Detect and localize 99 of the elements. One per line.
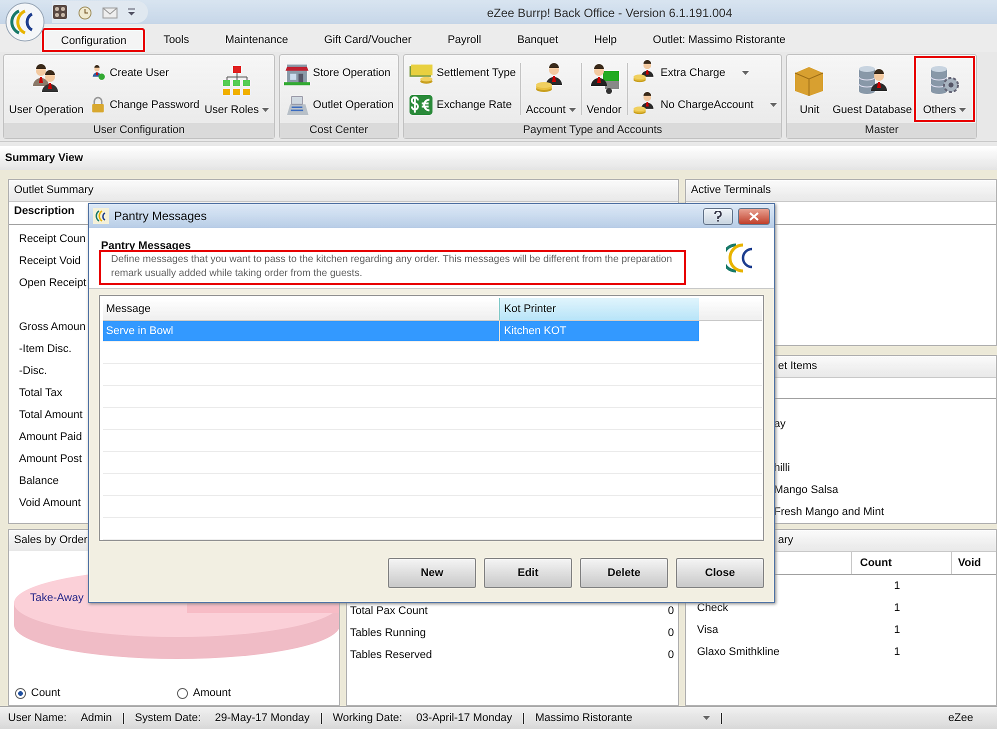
row-label: Total Amount — [19, 409, 83, 421]
panel-title: ary — [778, 534, 794, 546]
radio-button[interactable] — [177, 688, 188, 698]
dialog-button[interactable]: Edit — [484, 558, 572, 588]
menu-tab[interactable]: Outlet: Massimo Ristorante — [634, 28, 804, 52]
grid-icon[interactable] — [52, 4, 68, 20]
column-header: Message — [106, 303, 151, 315]
status-label: Working Date: — [332, 712, 402, 724]
outlet-dropdown[interactable]: Massimo Ristorante — [535, 712, 710, 724]
group-label: Payment Type and Accounts — [404, 123, 782, 138]
column-header: Kot Printer — [504, 303, 556, 315]
menu-tab[interactable]: Configuration — [42, 28, 146, 52]
close-icon — [749, 212, 759, 220]
customize-arrow-icon[interactable] — [127, 8, 136, 16]
ribbon-button[interactable]: Vendor — [584, 57, 625, 121]
panel-title: Outlet Summary — [9, 180, 678, 202]
window-title: eZee Burrp! Back Office - Version 6.1.191.004 — [487, 6, 732, 20]
slice-label: Take-Away — [30, 592, 84, 604]
status-value: 29-May-17 Monday — [214, 712, 310, 724]
row-value: 0 — [668, 626, 674, 641]
table-cell: 1 — [894, 646, 900, 658]
ribbon-button[interactable]: Unit — [789, 57, 830, 121]
menu-tab[interactable]: Maintenance — [207, 28, 306, 52]
close-button[interactable] — [738, 208, 770, 224]
item-name: ay — [774, 418, 786, 430]
row-label: Tables Reserved — [350, 648, 432, 663]
row-label: Void Amount — [19, 497, 81, 509]
dialog-button[interactable]: New — [388, 558, 476, 588]
row-label: Amount Post — [19, 453, 82, 465]
row-value: 0 — [668, 648, 674, 663]
radio-label[interactable]: Amount — [193, 687, 231, 699]
group-label: Master — [787, 123, 976, 138]
row-label: -Item Disc. — [19, 343, 72, 355]
item-name: Fresh Mango and Mint — [774, 506, 884, 518]
ribbon-button[interactable]: Guest Database — [829, 57, 915, 121]
ribbon-button[interactable]: Account — [522, 57, 579, 121]
table-cell: Glaxo Smithkline — [697, 646, 780, 658]
status-label: User Name: — [8, 712, 67, 724]
row-label: Open Receipt — [19, 277, 86, 289]
menu-tab[interactable]: Banquet — [499, 28, 576, 52]
ribbon-button[interactable]: Create User — [88, 64, 200, 82]
ribbon-button[interactable]: No ChargeAccount — [632, 92, 778, 118]
status-value: 03-April-17 Monday — [416, 712, 512, 724]
row-label: Gross Amoun — [19, 321, 86, 333]
row-label: Tables Running — [350, 626, 426, 641]
row-label: Total Pax Count — [350, 604, 428, 619]
ribbon-button[interactable]: Extra Charge — [632, 60, 778, 86]
menu-tab[interactable]: Gift Card/Voucher — [306, 28, 430, 52]
table-cell: Visa — [697, 624, 718, 636]
alarm-clock-icon[interactable] — [77, 4, 93, 20]
row-label: Receipt Void — [19, 255, 81, 267]
section-title: Summary View — [0, 146, 997, 170]
caret-icon — [703, 716, 710, 720]
dialog-heading: Pantry Messages — [101, 240, 192, 252]
table-cell: 1 — [894, 580, 900, 592]
row-label: Balance — [19, 475, 59, 487]
menu-tab[interactable]: Help — [576, 28, 635, 52]
app-logo-icon — [93, 208, 109, 224]
group-label: Cost Center — [280, 123, 398, 138]
column-header: Count — [860, 557, 892, 569]
panel-title: et Items — [778, 360, 818, 372]
panel-title: Sales by Order — [14, 534, 88, 546]
menu-tab[interactable]: Tools — [145, 28, 208, 52]
table-cell: Check — [697, 602, 728, 614]
item-name: Mango Salsa — [774, 484, 838, 496]
ribbon-button[interactable]: Settlement Type — [408, 60, 516, 86]
ribbon-button[interactable]: Exchange Rate — [408, 92, 516, 118]
status-value: Admin — [80, 712, 112, 724]
description-text: Define messages that you want to pass to the kitchen regarding any order. This messages will be different from the preparation remark usually added while taking order from the guests. — [101, 252, 684, 282]
dialog-title: Pantry Messages — [114, 209, 207, 223]
column-header: Void — [958, 557, 982, 569]
item-name: hilli — [774, 462, 790, 474]
table-cell: 1 — [894, 602, 900, 614]
group-label: User Configuration — [4, 123, 274, 138]
help-icon — [714, 210, 722, 222]
dialog-button[interactable]: Delete — [580, 558, 668, 588]
ribbon-button[interactable]: Change Password — [88, 96, 200, 114]
table-cell-text: Serve in Bowl — [105, 324, 174, 339]
radio-button[interactable] — [15, 688, 26, 698]
status-value: eZee — [948, 712, 974, 724]
row-value: 0 — [668, 604, 674, 619]
menu-tab[interactable]: Payroll — [430, 28, 500, 52]
radio-label[interactable]: Count — [31, 687, 60, 699]
row-label: Receipt Coun — [19, 233, 86, 245]
table-cell: 1 — [894, 624, 900, 636]
currency-icon — [408, 92, 434, 118]
status-label: System Date: — [134, 712, 201, 724]
row-label: Amount Paid — [19, 431, 82, 443]
panel-title: Active Terminals — [686, 180, 996, 202]
row-label: -Disc. — [19, 365, 48, 377]
ribbon-button[interactable]: User Operation — [6, 57, 87, 121]
ribbon-button[interactable]: User Roles — [201, 57, 272, 121]
ribbon-button[interactable]: Others — [914, 57, 974, 121]
ribbon-button[interactable]: Store Operation — [284, 60, 394, 86]
ribbon-button[interactable]: Outlet Operation — [284, 92, 394, 118]
table-cell: Kitchen KOT — [499, 321, 699, 341]
row-label: Total Tax — [19, 387, 62, 399]
help-button[interactable] — [703, 208, 733, 224]
dialog-button[interactable]: Close — [676, 558, 764, 588]
